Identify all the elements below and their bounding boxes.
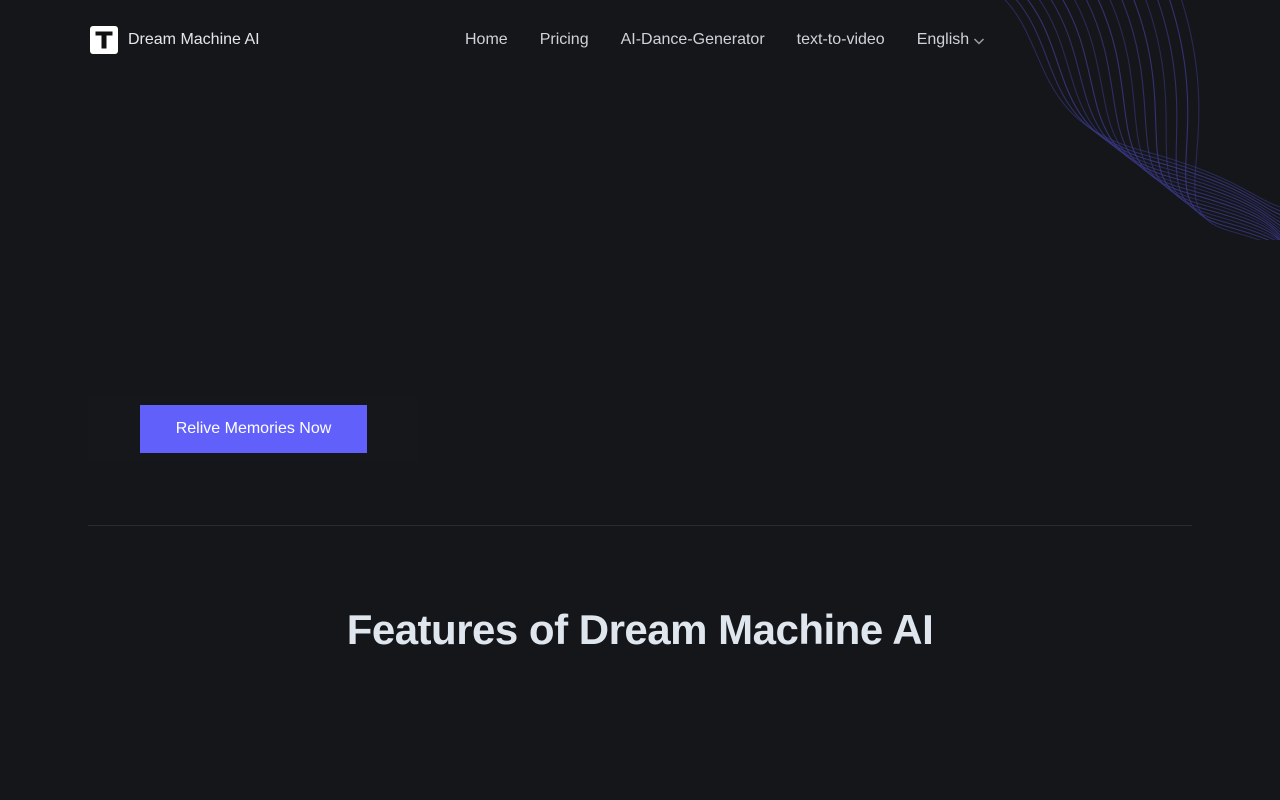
features-title: Features of Dream Machine AI [346, 606, 934, 653]
nav-item-pricing[interactable]: Pricing [540, 31, 589, 49]
nav-item-ai-dance-generator[interactable]: AI-Dance-Generator [621, 31, 765, 49]
relive-memories-button[interactable]: Relive Memories Now [140, 405, 367, 453]
brand-name: Dream Machine AI [128, 31, 260, 48]
main-nav: Home Pricing AI-Dance-Generator text-to-… [465, 30, 985, 50]
nav-item-home[interactable]: Home [465, 31, 508, 49]
section-divider [88, 525, 1192, 526]
site-header: Dream Machine AI Home Pricing AI-Dance-G… [0, 0, 1280, 80]
nav-item-text-to-video[interactable]: text-to-video [797, 31, 885, 49]
language-label: English [916, 31, 970, 48]
chevron-down-icon [973, 34, 985, 46]
language-selector[interactable]: English [917, 31, 985, 49]
t-logo-icon [90, 26, 118, 54]
page: Dream Machine AI Home Pricing AI-Dance-G… [0, 0, 1280, 800]
brand-link[interactable]: Dream Machine AI [90, 26, 260, 54]
